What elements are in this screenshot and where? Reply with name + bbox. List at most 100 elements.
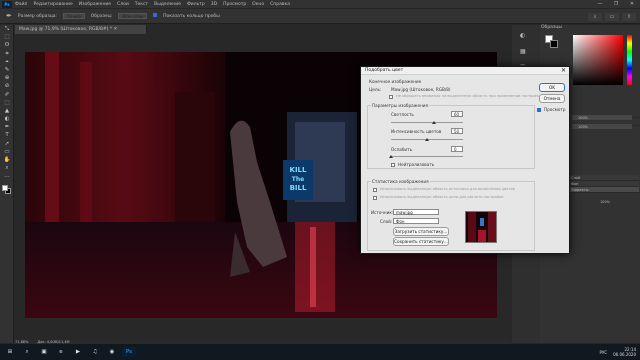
document-tab[interactable]: Maw.jpg @ 71,9% (Штоковое, RGB/8#) * ✕ — [15, 25, 147, 34]
menu-view[interactable]: Просмотр — [223, 2, 246, 7]
path-select-icon[interactable]: ➚ — [0, 140, 14, 148]
preview-label: Просмотр — [544, 107, 566, 112]
intensity-input[interactable]: 50 — [451, 128, 463, 134]
source-select[interactable]: maw.jpg — [393, 209, 439, 215]
color-swatches[interactable] — [0, 183, 13, 197]
clock-date[interactable]: 06.06.2020 — [613, 352, 636, 357]
panel-bg-swatch[interactable] — [550, 40, 558, 48]
sample-label: Образец: — [90, 13, 113, 19]
hand-tool-icon[interactable]: ✋ — [0, 156, 14, 164]
menu-type[interactable]: Текст — [135, 2, 148, 7]
browser-icon[interactable]: e — [54, 347, 68, 357]
close-icon[interactable]: ✕ — [561, 67, 566, 75]
fade-slider[interactable] — [391, 156, 463, 157]
foreground-swatch[interactable] — [2, 184, 8, 191]
source-label: Источник: — [371, 210, 394, 215]
use-target-selection-checkbox[interactable] — [373, 195, 377, 201]
language-indicator[interactable]: РУС — [599, 350, 607, 355]
neutralize-checkbox[interactable] — [391, 162, 395, 168]
sign-kill: KILL — [290, 166, 307, 174]
gradient-tool-icon[interactable]: ⬚ — [0, 99, 14, 107]
hue-slider[interactable] — [627, 35, 632, 85]
intensity-label: Интенсивность цветов — [391, 129, 442, 134]
photoshop-taskbar-icon[interactable]: Ps — [122, 347, 136, 357]
menu-edit[interactable]: Редактирование — [33, 2, 72, 7]
windows-taskbar: ⊞ ⌕ ▣ e ▶ ♫ ◉ Ps — [0, 344, 640, 360]
sample-size-select[interactable]: Точка — [63, 13, 85, 20]
tools-panel: ⤡ ⬚ ʘ ⌗ ⌖ ✎ ⊕ ⊘ ✐ ⬚ ▲ ◐ ✒ T ➚ ▭ ✋ ⌕ … — [0, 25, 14, 343]
chrome-icon[interactable]: ◉ — [105, 347, 119, 357]
blur-tool-icon[interactable]: ▲ — [0, 107, 14, 115]
neutralize-label: Нейтрализовать — [398, 162, 435, 167]
menu-file[interactable]: Файл — [15, 2, 27, 7]
swatches-panel-icon[interactable]: ▦ — [520, 48, 526, 55]
load-statistics-button[interactable]: Загрузить статистику... — [393, 227, 449, 236]
show-ring-checkbox[interactable] — [153, 13, 158, 19]
fade-label: Ослабить — [391, 147, 413, 152]
target-value: Maw.jpg (Штоковое, RGB/8) — [391, 87, 451, 92]
menu-select[interactable]: Выделение — [154, 2, 181, 7]
options-bar: ✒ Размер образца: Точка Образец: Все сло… — [0, 8, 640, 24]
cancel-button[interactable]: Отмена — [539, 94, 565, 103]
dodge-tool-icon[interactable]: ◐ — [0, 115, 14, 123]
restore-button[interactable]: ❐ — [608, 0, 624, 8]
color-panel-icon[interactable]: ◐ — [520, 32, 525, 39]
options-header: Параметры изображения — [371, 103, 430, 108]
heal-tool-icon[interactable]: ⊕ — [0, 74, 14, 82]
move-tool-icon[interactable]: ⤡ — [0, 25, 14, 33]
eyedropper-icon[interactable]: ✒ — [6, 12, 12, 20]
search-icon[interactable]: ⌕ — [588, 13, 602, 21]
shape-tool-icon[interactable]: ▭ — [0, 148, 14, 156]
brush-tool-icon[interactable]: ✎ — [0, 66, 14, 74]
menu-help[interactable]: Справка — [270, 2, 290, 7]
ok-button[interactable]: OK — [539, 83, 565, 92]
stats-header: Статистика изображения — [371, 179, 430, 184]
media-player-icon[interactable]: ▶ — [71, 347, 85, 357]
sample-select[interactable]: Все слои — [118, 13, 148, 20]
music-icon[interactable]: ♫ — [88, 347, 102, 357]
photoshop-logo: Ps — [2, 0, 12, 8]
more-tools-icon[interactable]: … — [0, 172, 14, 180]
workspace-icon[interactable]: ▭ — [605, 13, 619, 21]
task-view-icon[interactable]: ▣ — [37, 347, 51, 357]
menu-layers[interactable]: Слои — [117, 2, 129, 7]
preview-checkbox[interactable] — [537, 107, 541, 113]
layer-opacity[interactable]: 100% — [600, 200, 610, 204]
crop-tool-icon[interactable]: ⌗ — [0, 50, 14, 58]
luminance-slider-thumb[interactable] — [432, 121, 437, 124]
fade-slider-thumb[interactable] — [389, 155, 393, 158]
menu-window[interactable]: Окно — [252, 2, 264, 7]
type-tool-icon[interactable]: T — [0, 131, 14, 139]
use-source-selection-label: Использовать выделенную область источник… — [380, 187, 515, 191]
sign-the: The — [292, 176, 304, 183]
ignore-selection-checkbox[interactable] — [389, 94, 393, 100]
source-thumbnail — [465, 211, 497, 243]
share-icon[interactable]: ⇪ — [622, 13, 636, 21]
zoom-tool-icon[interactable]: ⌕ — [0, 164, 14, 172]
luminance-label: Светлость — [391, 112, 414, 117]
luminance-slider[interactable] — [391, 122, 463, 123]
marquee-tool-icon[interactable]: ⬚ — [0, 33, 14, 41]
lasso-tool-icon[interactable]: ʘ — [0, 41, 14, 49]
menu-bar: Ps Файл Редактирование Изображение Слои … — [0, 0, 640, 8]
menu-image[interactable]: Изображение — [79, 2, 111, 7]
luminance-input[interactable]: 60 — [451, 111, 463, 117]
search-icon[interactable]: ⌕ — [20, 347, 34, 357]
sign-bill: BILL — [290, 184, 307, 192]
save-statistics-button[interactable]: Сохранить статистику... — [393, 237, 449, 246]
color-picker-field[interactable] — [573, 35, 623, 85]
start-icon[interactable]: ⊞ — [3, 347, 17, 357]
intensity-slider-thumb[interactable] — [425, 138, 429, 141]
fade-input[interactable]: 0 — [451, 146, 463, 152]
use-source-selection-checkbox[interactable] — [373, 187, 377, 193]
frame-tool-icon[interactable]: ⌖ — [0, 58, 14, 66]
color-panel-title[interactable]: Образцы — [541, 25, 562, 30]
minimize-button[interactable]: — — [592, 0, 608, 8]
history-brush-icon[interactable]: ✐ — [0, 91, 14, 99]
pen-tool-icon[interactable]: ✒ — [0, 123, 14, 131]
menu-filter[interactable]: Фильтр — [187, 2, 205, 7]
layer-select[interactable]: Фон — [393, 218, 439, 224]
eraser-tool-icon[interactable]: ⊘ — [0, 82, 14, 90]
menu-3d[interactable]: 3D — [211, 2, 217, 7]
close-window-button[interactable]: ✕ — [624, 0, 640, 8]
